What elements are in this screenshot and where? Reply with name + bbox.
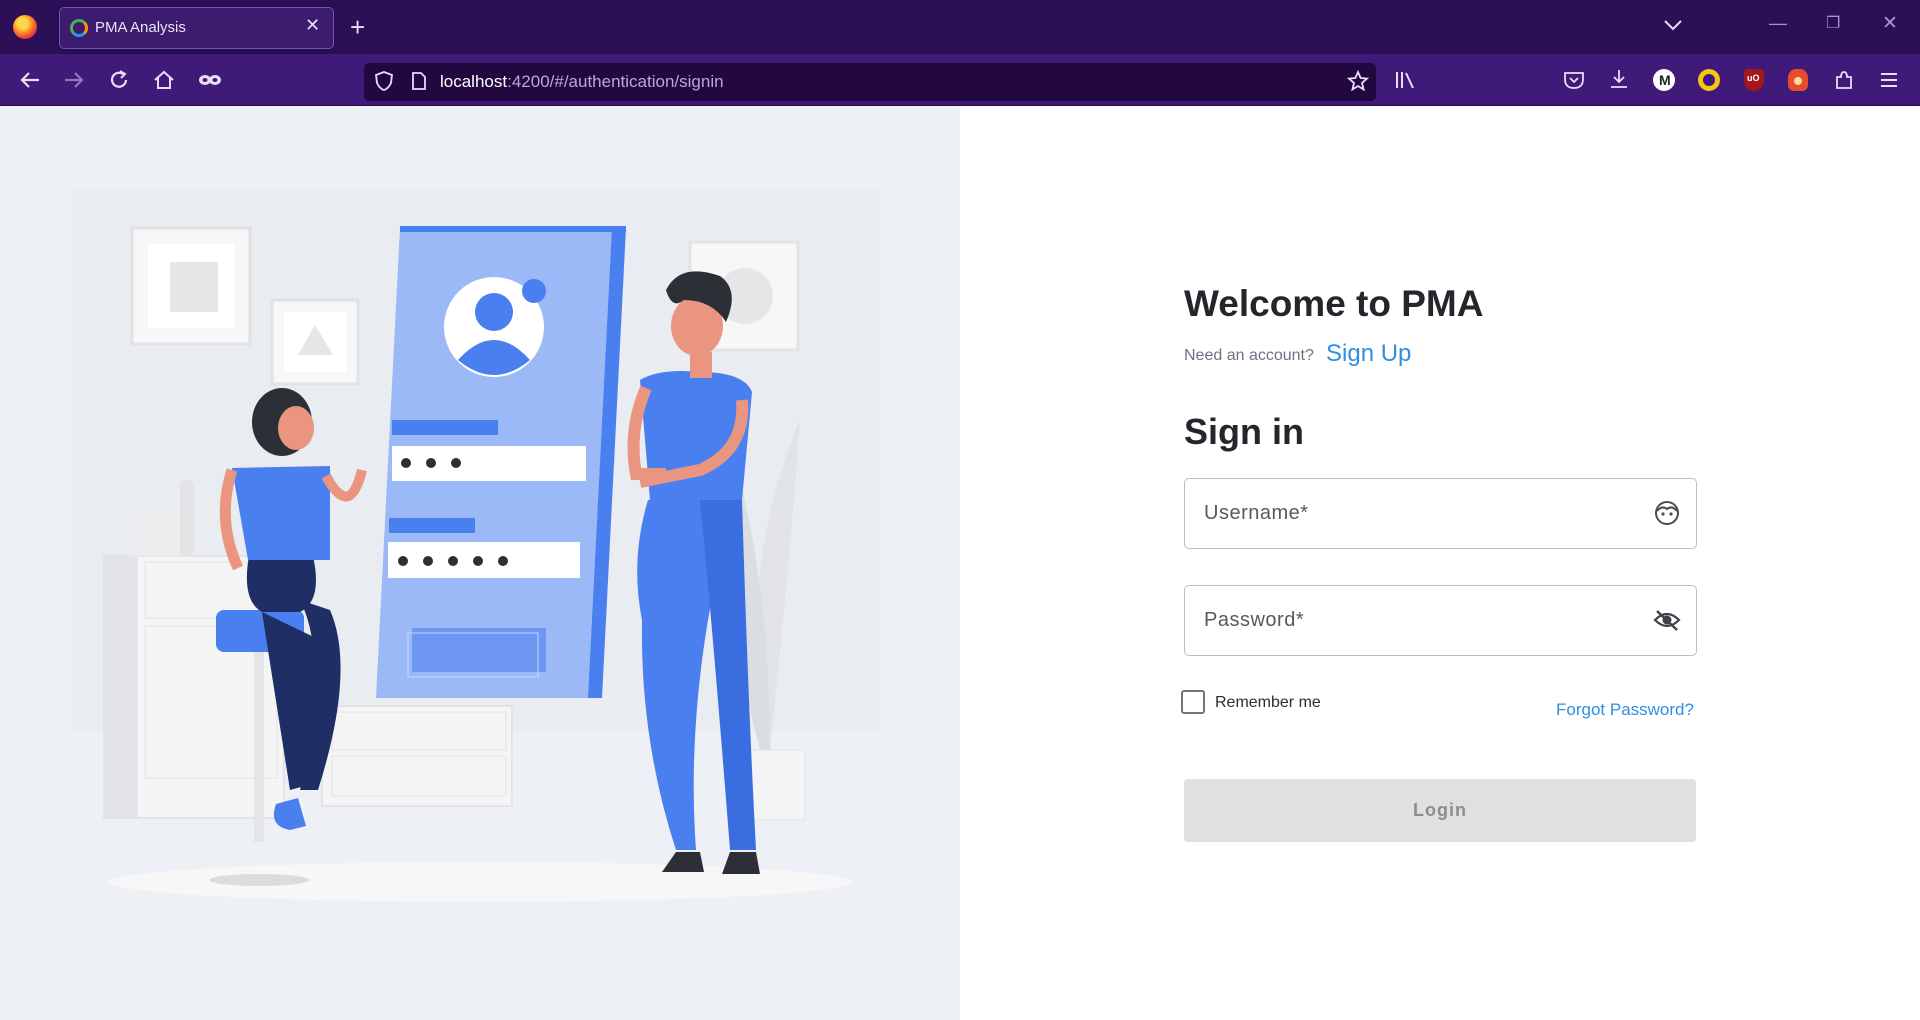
login-illustration <box>72 190 880 902</box>
illustration-panel <box>0 106 960 1020</box>
tab-title: PMA Analysis <box>95 19 186 36</box>
m-extension-icon[interactable]: M <box>1653 69 1675 91</box>
remember-me-checkbox[interactable] <box>1181 690 1205 714</box>
hamburger-icon[interactable] <box>1879 71 1899 89</box>
star-icon[interactable] <box>1347 70 1369 91</box>
restore-icon[interactable]: ❐ <box>1826 16 1840 32</box>
username-label: Username* <box>1204 502 1309 524</box>
login-button[interactable]: Login <box>1184 779 1696 842</box>
home-icon[interactable] <box>153 69 175 91</box>
forgot-password-link[interactable]: Forgot Password? <box>1556 700 1694 720</box>
puzzle-icon[interactable] <box>1833 69 1855 91</box>
welcome-heading: Welcome to PMA <box>1184 283 1484 324</box>
url-host: localhost <box>440 72 508 91</box>
password-label: Password* <box>1204 609 1305 631</box>
plus-icon[interactable]: + <box>350 14 365 40</box>
minimize-icon[interactable]: — <box>1769 14 1787 32</box>
login-panel <box>960 106 1920 1020</box>
close-icon[interactable]: ✕ <box>305 16 320 34</box>
url-text[interactable]: localhost:4200/#/authentication/signin <box>440 72 724 92</box>
url-path: :4200/#/authentication/signin <box>507 72 724 91</box>
page-icon[interactable] <box>411 71 427 91</box>
mask-icon[interactable] <box>198 72 222 88</box>
coin-extension-icon[interactable] <box>1698 69 1720 91</box>
shield-icon[interactable] <box>374 70 394 92</box>
sign-up-link[interactable]: Sign Up <box>1326 340 1411 368</box>
arrow-right-icon[interactable] <box>63 70 85 90</box>
remember-me-label[interactable]: Remember me <box>1215 694 1321 712</box>
loading-favicon-icon <box>70 19 88 37</box>
sign-in-heading: Sign in <box>1184 411 1304 452</box>
face-icon <box>1655 501 1679 525</box>
pocket-icon[interactable] <box>1563 70 1585 90</box>
firefox-logo-icon[interactable] <box>13 15 37 39</box>
eye-off-icon[interactable] <box>1653 609 1681 631</box>
fox-extension-icon[interactable] <box>1788 69 1808 91</box>
library-icon[interactable] <box>1394 70 1416 90</box>
window-close-icon[interactable]: ✕ <box>1882 14 1898 33</box>
need-account-text: Need an account? <box>1184 347 1314 364</box>
reload-icon[interactable] <box>108 69 130 91</box>
download-icon[interactable] <box>1608 68 1630 90</box>
arrow-left-icon[interactable] <box>19 70 41 90</box>
chevron-down-icon[interactable] <box>1663 18 1683 32</box>
ublock-extension-icon[interactable]: uO <box>1744 69 1764 91</box>
